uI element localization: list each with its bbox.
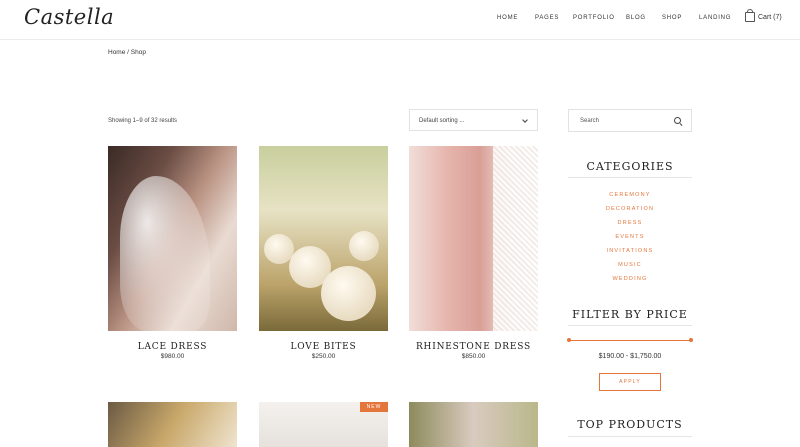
product-image[interactable] — [259, 146, 388, 331]
cart-label: Cart (7) — [758, 13, 782, 21]
nav-item-blog[interactable]: BLOG — [626, 15, 646, 21]
filter-price-title: FILTER BY PRICE — [572, 308, 688, 321]
price-range-text: $190.00 - $1,750.00 — [598, 353, 662, 360]
cart-link[interactable]: Cart (7) — [745, 9, 782, 22]
category-link[interactable]: INVITATIONS — [568, 248, 692, 254]
divider — [568, 325, 692, 326]
product-price: $850.00 — [461, 353, 486, 360]
product-image[interactable] — [409, 402, 538, 447]
product-price: $980.00 — [160, 353, 185, 360]
product-card[interactable]: LACE DRESS $980.00 — [108, 146, 237, 366]
search-placeholder: Search — [580, 118, 600, 124]
breadcrumb: Home / Shop — [108, 49, 146, 56]
sort-dropdown[interactable]: Default sorting ... — [409, 109, 538, 131]
product-image[interactable] — [108, 402, 237, 447]
category-link[interactable]: MUSIC — [568, 262, 692, 268]
site-header: Castella HOME PAGES PORTFOLIO BLOG SHOP … — [0, 0, 800, 40]
product-image[interactable] — [108, 146, 237, 331]
nav-item-shop[interactable]: SHOP — [662, 15, 682, 21]
product-name[interactable]: RHINESTONE DRESS — [409, 342, 538, 352]
product-image[interactable]: NEW — [259, 402, 388, 447]
product-price: $250.00 — [311, 353, 336, 360]
top-products-title: TOP PRODUCTS — [577, 418, 683, 431]
chevron-down-icon — [522, 117, 528, 123]
category-link[interactable]: EVENTS — [568, 234, 692, 240]
product-card[interactable]: LOVE BITES $250.00 — [259, 146, 388, 366]
sort-value: Default sorting ... — [419, 118, 465, 124]
categories-title: CATEGORIES — [586, 160, 674, 173]
nav-item-portfolio[interactable]: PORTFOLIO — [573, 15, 615, 21]
category-link[interactable]: WEDDING — [568, 276, 692, 282]
product-name[interactable]: LACE DRESS — [108, 342, 237, 352]
search-input[interactable]: Search — [568, 109, 692, 132]
apply-button[interactable]: APPLY — [599, 373, 661, 391]
shopping-bag-icon — [745, 9, 755, 22]
product-name[interactable]: LOVE BITES — [259, 342, 388, 352]
category-link[interactable]: CEREMONY — [568, 192, 692, 198]
price-slider-max-handle[interactable] — [689, 338, 693, 342]
divider — [568, 436, 692, 437]
category-link[interactable]: DRESS — [568, 220, 692, 226]
category-link[interactable]: DECORATION — [568, 206, 692, 212]
price-slider-min-handle[interactable] — [567, 338, 571, 342]
divider — [568, 177, 692, 178]
new-badge: NEW — [360, 402, 388, 412]
nav-item-pages[interactable]: PAGES — [535, 15, 559, 21]
result-count: Showing 1–9 of 32 results — [108, 118, 178, 124]
price-slider-track[interactable] — [569, 340, 691, 341]
nav-item-landing[interactable]: LANDING — [699, 15, 731, 21]
product-image[interactable] — [409, 146, 538, 331]
product-card[interactable]: RHINESTONE DRESS $850.00 — [409, 146, 538, 366]
nav-item-home[interactable]: HOME — [497, 15, 518, 21]
search-icon[interactable] — [674, 117, 681, 124]
main-nav: HOME PAGES PORTFOLIO BLOG SHOP LANDING — [0, 15, 800, 25]
